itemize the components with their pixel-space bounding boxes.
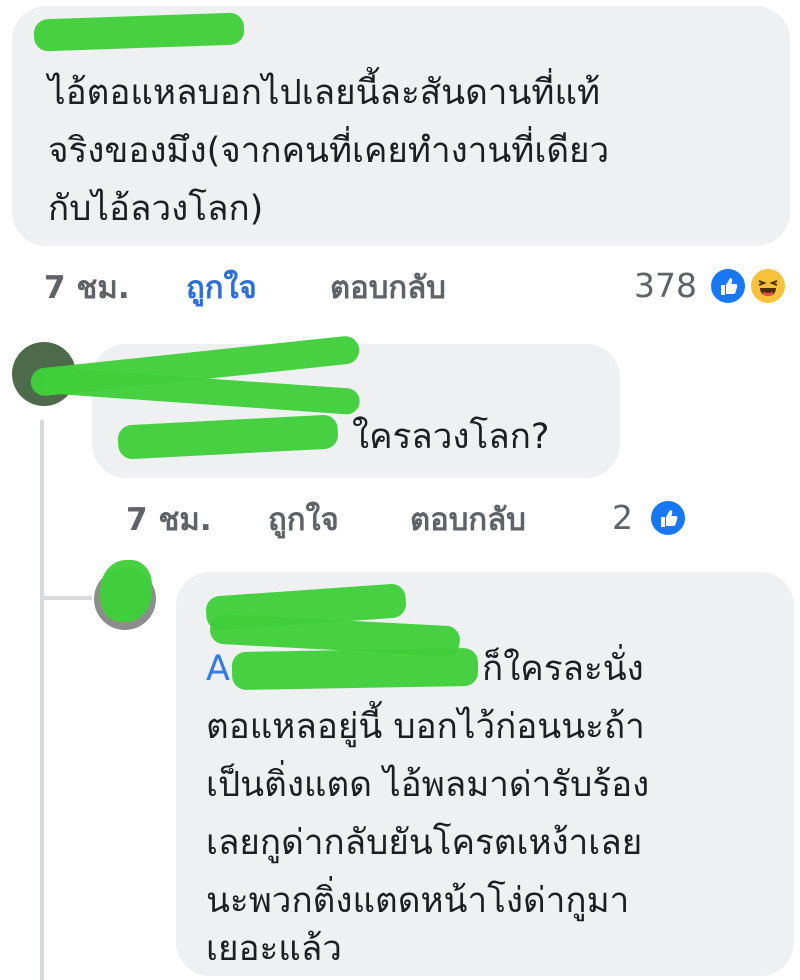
like-action-label: ถูกใจ <box>268 502 339 538</box>
reply-action[interactable]: ตอบกลับ <box>410 500 526 540</box>
redacted-avatar <box>100 560 152 622</box>
comment-actions: 7 ชม. <box>44 268 130 308</box>
comment-text-line: เป็นติ่งแตด ไอ้พลมาด่ารับร้อง <box>206 765 650 805</box>
thread-line-branch <box>40 596 92 600</box>
comment-text-line: จริงของมึง(จากคนที่เคยทำงานที่เดียว <box>48 131 610 171</box>
comment-text: ใครลวงโลก? <box>352 417 550 457</box>
reaction-count[interactable]: 2 <box>612 498 633 538</box>
comment-text-line: เยอะแล้ว <box>206 929 342 969</box>
comment-time[interactable]: 7 ชม. <box>44 270 130 306</box>
comment-text-line: กับไอ้ลวงโลก) <box>48 189 264 229</box>
reply-action-label: ตอบกลับ <box>330 270 446 306</box>
like-action-label: ถูกใจ <box>186 270 257 306</box>
mention-link[interactable]: A <box>206 640 230 698</box>
comment-actions: 7 ชม. <box>126 500 212 540</box>
like-action[interactable]: ถูกใจ <box>186 268 257 308</box>
comment-text-line: ไอ้ตอแหลบอกไปเลยนี้ละสันดานที่แท้ <box>48 73 601 113</box>
reply-action[interactable]: ตอบกลับ <box>330 268 446 308</box>
redacted-mention <box>231 647 479 691</box>
thread-line-vertical <box>40 420 44 980</box>
haha-icon <box>748 266 788 306</box>
comment-text-line: ก็ใครละนั่ง <box>482 649 644 689</box>
like-action[interactable]: ถูกใจ <box>268 500 339 540</box>
like-icon <box>648 498 688 538</box>
reaction-count[interactable]: 378 <box>634 266 697 306</box>
like-icon <box>708 266 748 306</box>
comment-thread: ไอ้ตอแหลบอกไปเลยนี้ละสันดานที่แท้ จริงขอ… <box>0 0 800 980</box>
reply-action-label: ตอบกลับ <box>410 502 526 538</box>
comment-text-line: เลยกูด่ากลับยันโครตเหง้าเลย <box>206 823 643 863</box>
comment-time[interactable]: 7 ชม. <box>126 502 212 538</box>
comment-text-line: ตอแหลอยู่นี้ บอกไว้ก่อนนะถ้า <box>206 707 645 747</box>
